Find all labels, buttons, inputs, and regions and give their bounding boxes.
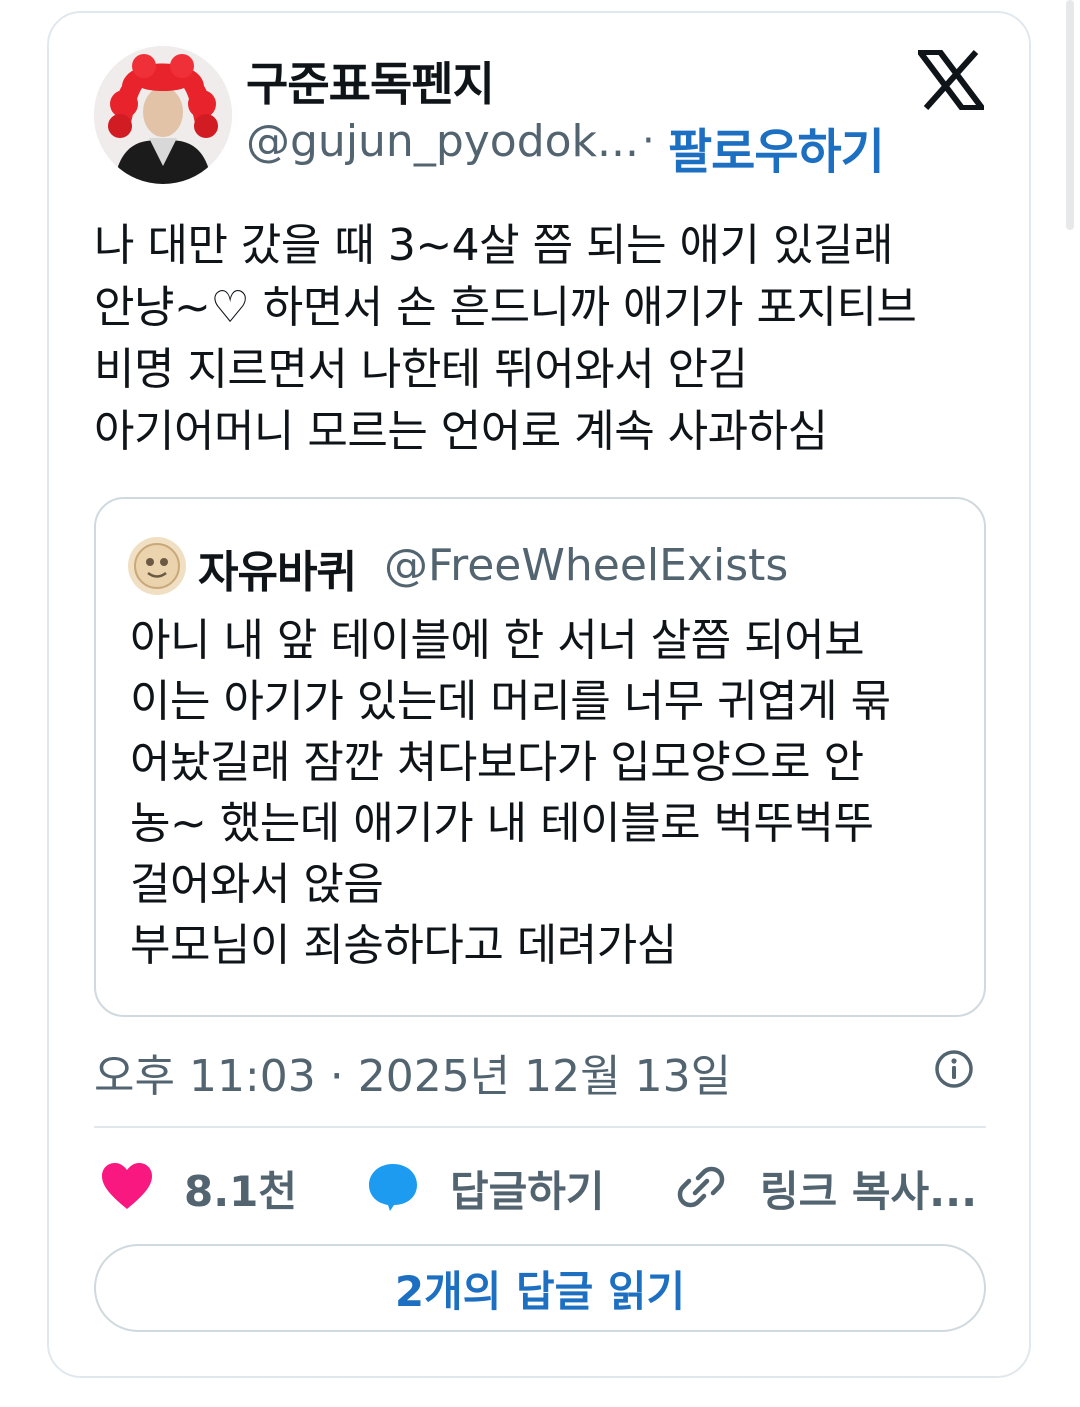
reply-bubble-icon[interactable] [366,1161,420,1213]
tweet-text: 나 대만 갔을 때 3~4살 쯤 되는 애기 있길래 안냥~♡ 하면서 손 흔드… [94,220,917,457]
info-icon[interactable] [934,1049,974,1089]
follow-button[interactable]: 팔로우하기 [668,112,885,182]
link-icon[interactable] [676,1162,726,1212]
reply-button[interactable]: 답글하기 [450,1158,605,1219]
like-count[interactable]: 8.1천 [184,1158,297,1219]
read-replies-button[interactable]: 2개의 답글 읽기 [94,1244,986,1332]
divider [94,1126,986,1128]
read-replies-label: 2개의 답글 읽기 [394,1266,686,1316]
quoted-author-handle[interactable]: @FreeWheelExists [384,540,788,591]
quoted-author-name[interactable]: 자유바퀴 [198,536,357,600]
scrollbar[interactable] [1066,0,1074,230]
separator-dot: · [642,118,655,164]
heart-icon[interactable] [100,1161,154,1211]
copy-link-button[interactable]: 링크 복사... [760,1158,977,1219]
tweet-timestamp[interactable]: 오후 11:03 · 2025년 12월 13일 [94,1040,731,1104]
author-handle[interactable]: @gujun_pyodok... [246,116,639,167]
author-name[interactable]: 구준표독펜지 [246,48,495,114]
quoted-author-avatar[interactable] [128,537,186,595]
x-logo-icon[interactable] [914,49,988,111]
author-avatar[interactable] [94,46,232,184]
quoted-tweet-text: 아니 내 앞 테이블에 한 서너 살쯤 되어보 이는 아기가 있는데 머리를 너… [130,615,891,971]
